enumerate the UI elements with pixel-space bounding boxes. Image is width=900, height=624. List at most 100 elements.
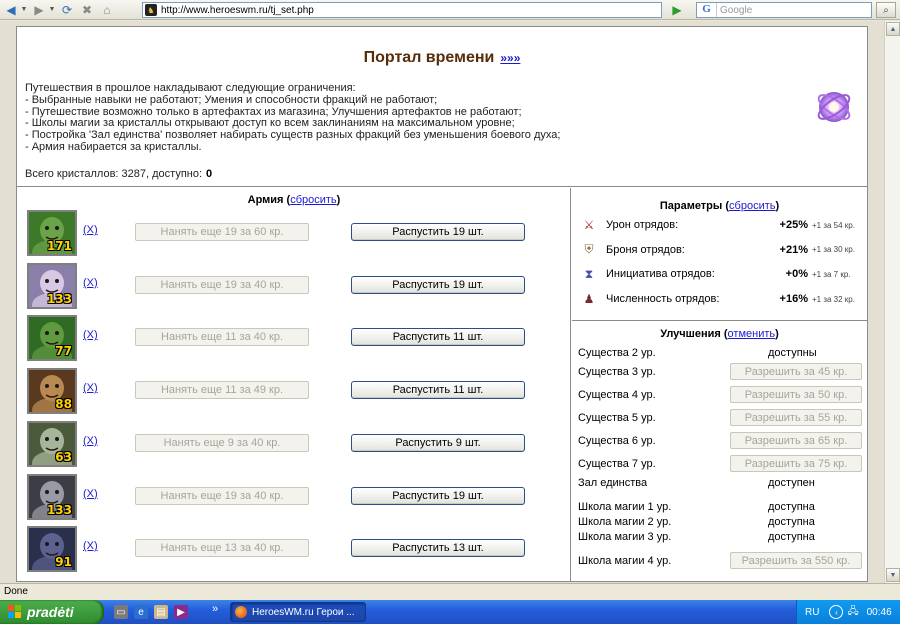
show-desktop-icon[interactable]: ▭	[114, 605, 128, 619]
upgrade-status: доступен	[768, 477, 815, 489]
creature-portrait: 91	[27, 526, 77, 573]
upgrade-name: Существа 3 ур.	[578, 366, 656, 378]
search-input[interactable]: G Google	[696, 2, 872, 18]
release-button[interactable]: Распустить 11 шт.	[351, 381, 525, 400]
media-player-icon[interactable]: ▶	[174, 605, 188, 619]
start-label: pradėti	[27, 604, 74, 620]
params-title: Параметры (сбросить)	[659, 200, 780, 212]
param-cost-link[interactable]: +1 за 54 кр.	[812, 221, 855, 230]
upgrade-name: Существа 7 ур.	[578, 458, 656, 470]
dismiss-creature-link[interactable]: (X)	[83, 224, 98, 236]
forward-dropdown-icon[interactable]: ▼	[48, 6, 56, 13]
hire-more-button[interactable]: Нанять еще 11 за 40 кр.	[135, 328, 309, 347]
param-row: ⧗ Инициатива отрядов: +0% +1 за 7 кр.	[580, 265, 862, 283]
hire-more-button[interactable]: Нанять еще 19 за 40 кр.	[135, 275, 309, 294]
forward-icon[interactable]: ▶	[30, 2, 48, 18]
release-button[interactable]: Распустить 19 шт.	[351, 223, 525, 241]
crystals-text: Всего кристаллов: 3287, доступно:	[25, 168, 203, 180]
allow-upgrade-button[interactable]: Разрешить за 55 кр.	[730, 409, 862, 426]
dismiss-creature-link[interactable]: (X)	[83, 488, 98, 500]
army-title: Армия (сбросить)	[247, 194, 341, 206]
param-cost-link[interactable]: +1 за 30 кр.	[812, 245, 855, 254]
upgrade-row: Существа 7 ур. Разрешить за 75 кр.	[578, 455, 862, 473]
release-button[interactable]: Распустить 13 шт.	[351, 539, 525, 558]
army-row: 171 (X) Нанять еще 19 за 60 кр. Распустить …	[17, 210, 571, 258]
param-name: Урон отрядов:	[606, 219, 679, 231]
scroll-down-icon[interactable]: ▼	[886, 568, 900, 582]
army-row: 91 (X) Нанять еще 13 за 40 кр. Распустить 1…	[17, 526, 571, 574]
dismiss-creature-link[interactable]: (X)	[83, 277, 98, 289]
army-row: 88 (X) Нанять еще 11 за 49 кр. Распустить 1…	[17, 368, 571, 416]
allow-upgrade-button[interactable]: Разрешить за 550 кр.	[730, 552, 862, 569]
crystals-available: 0	[206, 168, 213, 180]
tray-expand-icon[interactable]: ‹	[829, 605, 844, 619]
param-value: +21%	[779, 243, 808, 256]
param-name: Численность отрядов:	[606, 293, 720, 306]
army-reset-link[interactable]: сбросить	[290, 194, 336, 206]
portal-header-section: Портал времени »»» Путешествия в прошлое …	[17, 27, 867, 187]
creature-count: 133	[46, 502, 72, 517]
url-bar[interactable]: ♞ http://www.heroeswm.ru/tj_set.php	[142, 2, 662, 18]
scroll-up-icon[interactable]: ▲	[886, 22, 900, 36]
hire-more-button[interactable]: Нанять еще 19 за 60 кр.	[135, 223, 309, 241]
release-button[interactable]: Распустить 11 шт.	[351, 328, 525, 347]
back-icon[interactable]: ◀	[2, 2, 20, 18]
start-button[interactable]: pradėti	[0, 600, 104, 624]
creature-count: 88	[55, 397, 72, 412]
home-icon[interactable]: ⌂	[98, 2, 116, 18]
allow-upgrade-button[interactable]: Разрешить за 65 кр.	[730, 432, 862, 449]
dismiss-creature-link[interactable]: (X)	[83, 382, 98, 394]
taskbar-window-button[interactable]: HeroesWM.ru Герои ...	[230, 602, 366, 622]
param-cost-link[interactable]: +1 за 7 кр.	[812, 270, 851, 279]
params-reset-link[interactable]: сбросить	[729, 200, 775, 212]
vertical-scrollbar[interactable]: ▲ ▼	[884, 21, 900, 583]
dismiss-creature-link[interactable]: (X)	[83, 540, 98, 552]
release-button[interactable]: Распустить 9 шт.	[351, 433, 525, 452]
creature-portrait: 77	[27, 315, 77, 362]
network-icon[interactable]: 🖧	[847, 604, 858, 621]
firefox-icon	[235, 606, 247, 618]
army-row: 77 (X) Нанять еще 11 за 40 кр. Распустить 1…	[17, 315, 571, 363]
url-text: http://www.heroeswm.ru/tj_set.php	[161, 4, 314, 16]
release-button[interactable]: Распустить 19 шт.	[351, 486, 525, 505]
allow-upgrade-button[interactable]: Разрешить за 75 кр.	[730, 455, 862, 472]
creature-portrait: 133	[27, 473, 77, 520]
allow-upgrade-button[interactable]: Разрешить за 50 кр.	[730, 386, 862, 403]
hire-more-button[interactable]: Нанять еще 13 за 40 кр.	[135, 539, 309, 558]
quicklaunch-more-icon[interactable]: »	[212, 603, 218, 615]
language-indicator[interactable]: RU	[805, 607, 819, 618]
hire-more-button[interactable]: Нанять еще 19 за 40 кр.	[135, 486, 309, 505]
param-cost-link[interactable]: +1 за 32 кр.	[812, 295, 855, 304]
ie-icon[interactable]: e	[134, 605, 148, 619]
upgrade-name: Существа 4 ур.	[578, 389, 656, 401]
back-dropdown-icon[interactable]: ▼	[20, 6, 28, 13]
upgrade-row: Существа 2 ур. доступны	[578, 344, 862, 362]
page-title-text: Портал времени	[363, 49, 495, 66]
explorer-icon[interactable]: ▤	[154, 605, 168, 619]
allow-upgrade-button[interactable]: Разрешить за 45 кр.	[730, 363, 862, 380]
reload-icon[interactable]: ⟳	[58, 2, 76, 18]
release-button[interactable]: Распустить 19 шт.	[351, 275, 525, 294]
status-text: Done	[4, 586, 28, 597]
upgrades-title-text: Улучшения	[660, 328, 721, 340]
go-icon[interactable]: ▶	[668, 2, 686, 18]
dismiss-creature-link[interactable]: (X)	[83, 329, 98, 341]
google-icon[interactable]: G	[697, 3, 717, 17]
time-portal-icon	[817, 92, 851, 122]
param-value: +16%	[779, 293, 808, 306]
portal-more-link[interactable]: »»»	[500, 51, 520, 65]
upgrade-name: Существа 6 ур.	[578, 435, 656, 447]
army-row: 63 (X) Нанять еще 9 за 40 кр. Распустить 9 …	[17, 420, 571, 469]
crystals-summary: Всего кристаллов: 3287, доступно: 0	[25, 168, 212, 180]
upgrade-status: доступна	[768, 531, 815, 543]
search-icon[interactable]: ⌕	[876, 2, 896, 18]
upgrade-name: Школа магии 3 ур.	[578, 531, 672, 543]
creature-portrait: 133	[27, 262, 77, 309]
hire-more-button[interactable]: Нанять еще 9 за 40 кр.	[135, 433, 309, 452]
dismiss-creature-link[interactable]: (X)	[83, 435, 98, 447]
upgrade-row: Существа 3 ур. Разрешить за 45 кр.	[578, 363, 862, 381]
army-section: Армия (сбросить) 171 (X) Нанять еще 19 за …	[17, 188, 571, 581]
hire-more-button[interactable]: Нанять еще 11 за 49 кр.	[135, 381, 309, 400]
stop-icon[interactable]: ✖	[78, 2, 96, 18]
upgrades-cancel-link[interactable]: отменить	[728, 328, 776, 340]
